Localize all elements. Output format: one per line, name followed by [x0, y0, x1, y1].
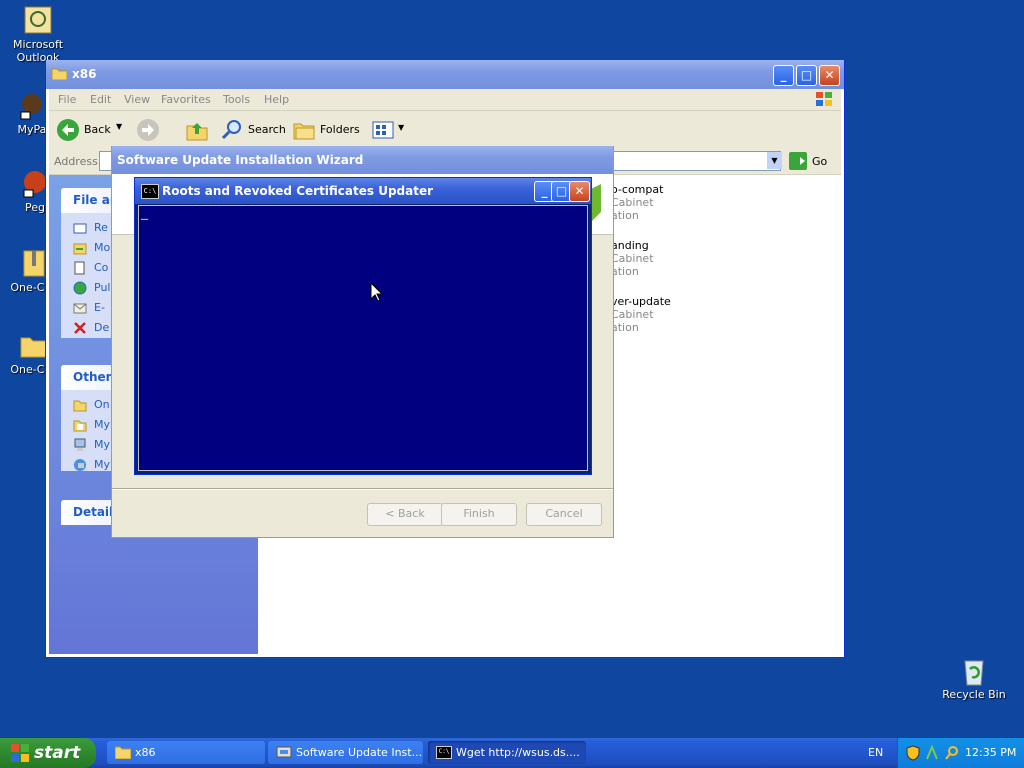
desktop-icon-label: Recycle Bin	[942, 688, 1006, 701]
minimize-button[interactable]: _	[773, 65, 794, 86]
file-company: ation	[611, 321, 639, 334]
folders-label: Folders	[320, 123, 360, 136]
network-icon[interactable]	[925, 745, 939, 761]
windows-logo-icon	[814, 90, 834, 111]
start-label: start	[34, 743, 81, 763]
search-label: Search	[248, 123, 286, 136]
menu-view[interactable]: View	[124, 93, 150, 106]
file-company: ation	[611, 209, 639, 222]
chevron-down-icon[interactable]: ▼	[116, 122, 122, 131]
documents-folder-icon	[73, 420, 87, 432]
folder-icon	[73, 400, 87, 412]
recycle-bin-icon	[959, 655, 989, 686]
back-button[interactable]: < Back	[367, 503, 443, 526]
delete-icon	[74, 322, 86, 334]
copy-icon	[74, 261, 85, 275]
wizard-title-bar[interactable]: Software Update Installation Wizard	[112, 146, 613, 174]
system-tray: 12:35 PM	[897, 738, 1024, 768]
chevron-down-icon: ▼	[398, 123, 405, 132]
search-icon	[221, 120, 241, 140]
go-arrow-icon	[789, 152, 807, 170]
desktop-icon-recycle-bin[interactable]: Recycle Bin	[936, 655, 1012, 701]
move-icon	[73, 243, 87, 255]
address-dropdown-button[interactable]: ▼	[767, 152, 782, 169]
text-cursor: _	[141, 206, 149, 220]
file-type: Cabinet	[611, 252, 654, 265]
file-company: ation	[611, 265, 639, 278]
up-folder-icon	[186, 123, 208, 141]
menu-bar: File Edit View Favorites Tools Help	[49, 89, 841, 111]
computer-icon	[74, 438, 86, 451]
console-title-bar[interactable]: C:\ Roots and Revoked Certificates Updat…	[135, 178, 591, 204]
address-label: Address	[54, 155, 98, 168]
taskbar: start x86 Software Update Inst... C:\ Wg…	[0, 738, 1024, 768]
taskbar-button-software-update[interactable]: Software Update Inst...	[268, 741, 423, 764]
close-button[interactable]: ✕	[569, 181, 590, 202]
menu-edit[interactable]: Edit	[90, 93, 111, 106]
taskbar-button-x86[interactable]: x86	[107, 741, 265, 764]
folder-icon	[51, 67, 68, 83]
outlook-icon	[23, 5, 53, 35]
close-button[interactable]: ✕	[819, 65, 840, 86]
file-name: ver-update	[611, 295, 671, 308]
menu-tools[interactable]: Tools	[223, 93, 250, 106]
finish-button[interactable]: Finish	[441, 503, 517, 526]
network-icon	[74, 459, 86, 471]
console-output[interactable]: _	[138, 205, 588, 471]
mouse-pointer-icon	[370, 282, 384, 302]
desktop-icon-label: MyPa	[17, 123, 47, 136]
desktop-icon-label: Peg	[25, 201, 45, 214]
menu-help[interactable]: Help	[264, 93, 289, 106]
go-label: Go	[812, 155, 828, 168]
folder-icon	[18, 330, 48, 360]
console-window: C:\ Roots and Revoked Certificates Updat…	[134, 177, 592, 475]
wizard-title: Software Update Installation Wizard	[117, 153, 364, 167]
go-button[interactable]: Go	[789, 152, 831, 170]
security-shield-icon[interactable]	[906, 745, 920, 761]
forward-button[interactable]	[136, 118, 172, 142]
console-icon: C:\	[436, 746, 452, 759]
menu-file[interactable]: File	[58, 93, 76, 106]
divider	[112, 488, 613, 490]
taskbar-button-wget[interactable]: C:\ Wget http://wsus.ds....	[428, 741, 586, 764]
maximize-button[interactable]: □	[796, 65, 817, 86]
file-type: Cabinet	[611, 196, 654, 209]
menu-favorites[interactable]: Favorites	[161, 93, 211, 106]
window-title: x86	[72, 67, 97, 81]
installer-icon	[276, 746, 292, 758]
console-title: Roots and Revoked Certificates Updater	[162, 184, 434, 198]
back-label: Back	[84, 123, 111, 136]
folders-button[interactable]: Folders	[292, 118, 360, 142]
explorer-title-bar[interactable]: x86 _ □ ✕	[46, 60, 844, 89]
folders-icon	[293, 123, 315, 140]
folder-icon	[115, 746, 131, 759]
cancel-button[interactable]: Cancel	[526, 503, 602, 526]
zip-folder-icon	[18, 248, 48, 278]
toolbar: Back ▼ Search Folders ▼	[49, 111, 841, 150]
file-name: anding	[611, 239, 649, 252]
start-button[interactable]: start	[0, 738, 96, 768]
app-icon	[17, 90, 47, 120]
views-icon	[372, 121, 394, 139]
console-icon: C:\	[141, 184, 159, 199]
file-name: o-compat	[611, 183, 664, 196]
rename-icon	[73, 223, 87, 234]
search-button[interactable]: Search	[221, 118, 286, 142]
views-button[interactable]: ▼	[371, 118, 407, 142]
globe-icon	[73, 281, 87, 295]
up-folder-button[interactable]	[185, 118, 209, 145]
email-icon	[73, 303, 87, 314]
back-arrow-icon	[57, 119, 79, 141]
windows-flag-icon	[11, 744, 29, 762]
clock[interactable]: 12:35 PM	[965, 746, 1016, 759]
desktop-icon-outlook[interactable]: Microsoft Outlook	[0, 5, 76, 64]
back-button[interactable]: Back ▼	[56, 118, 126, 142]
search-icon[interactable]	[944, 745, 960, 761]
file-type: Cabinet	[611, 308, 654, 321]
forward-arrow-icon	[137, 119, 159, 141]
language-indicator[interactable]: EN	[868, 746, 883, 759]
